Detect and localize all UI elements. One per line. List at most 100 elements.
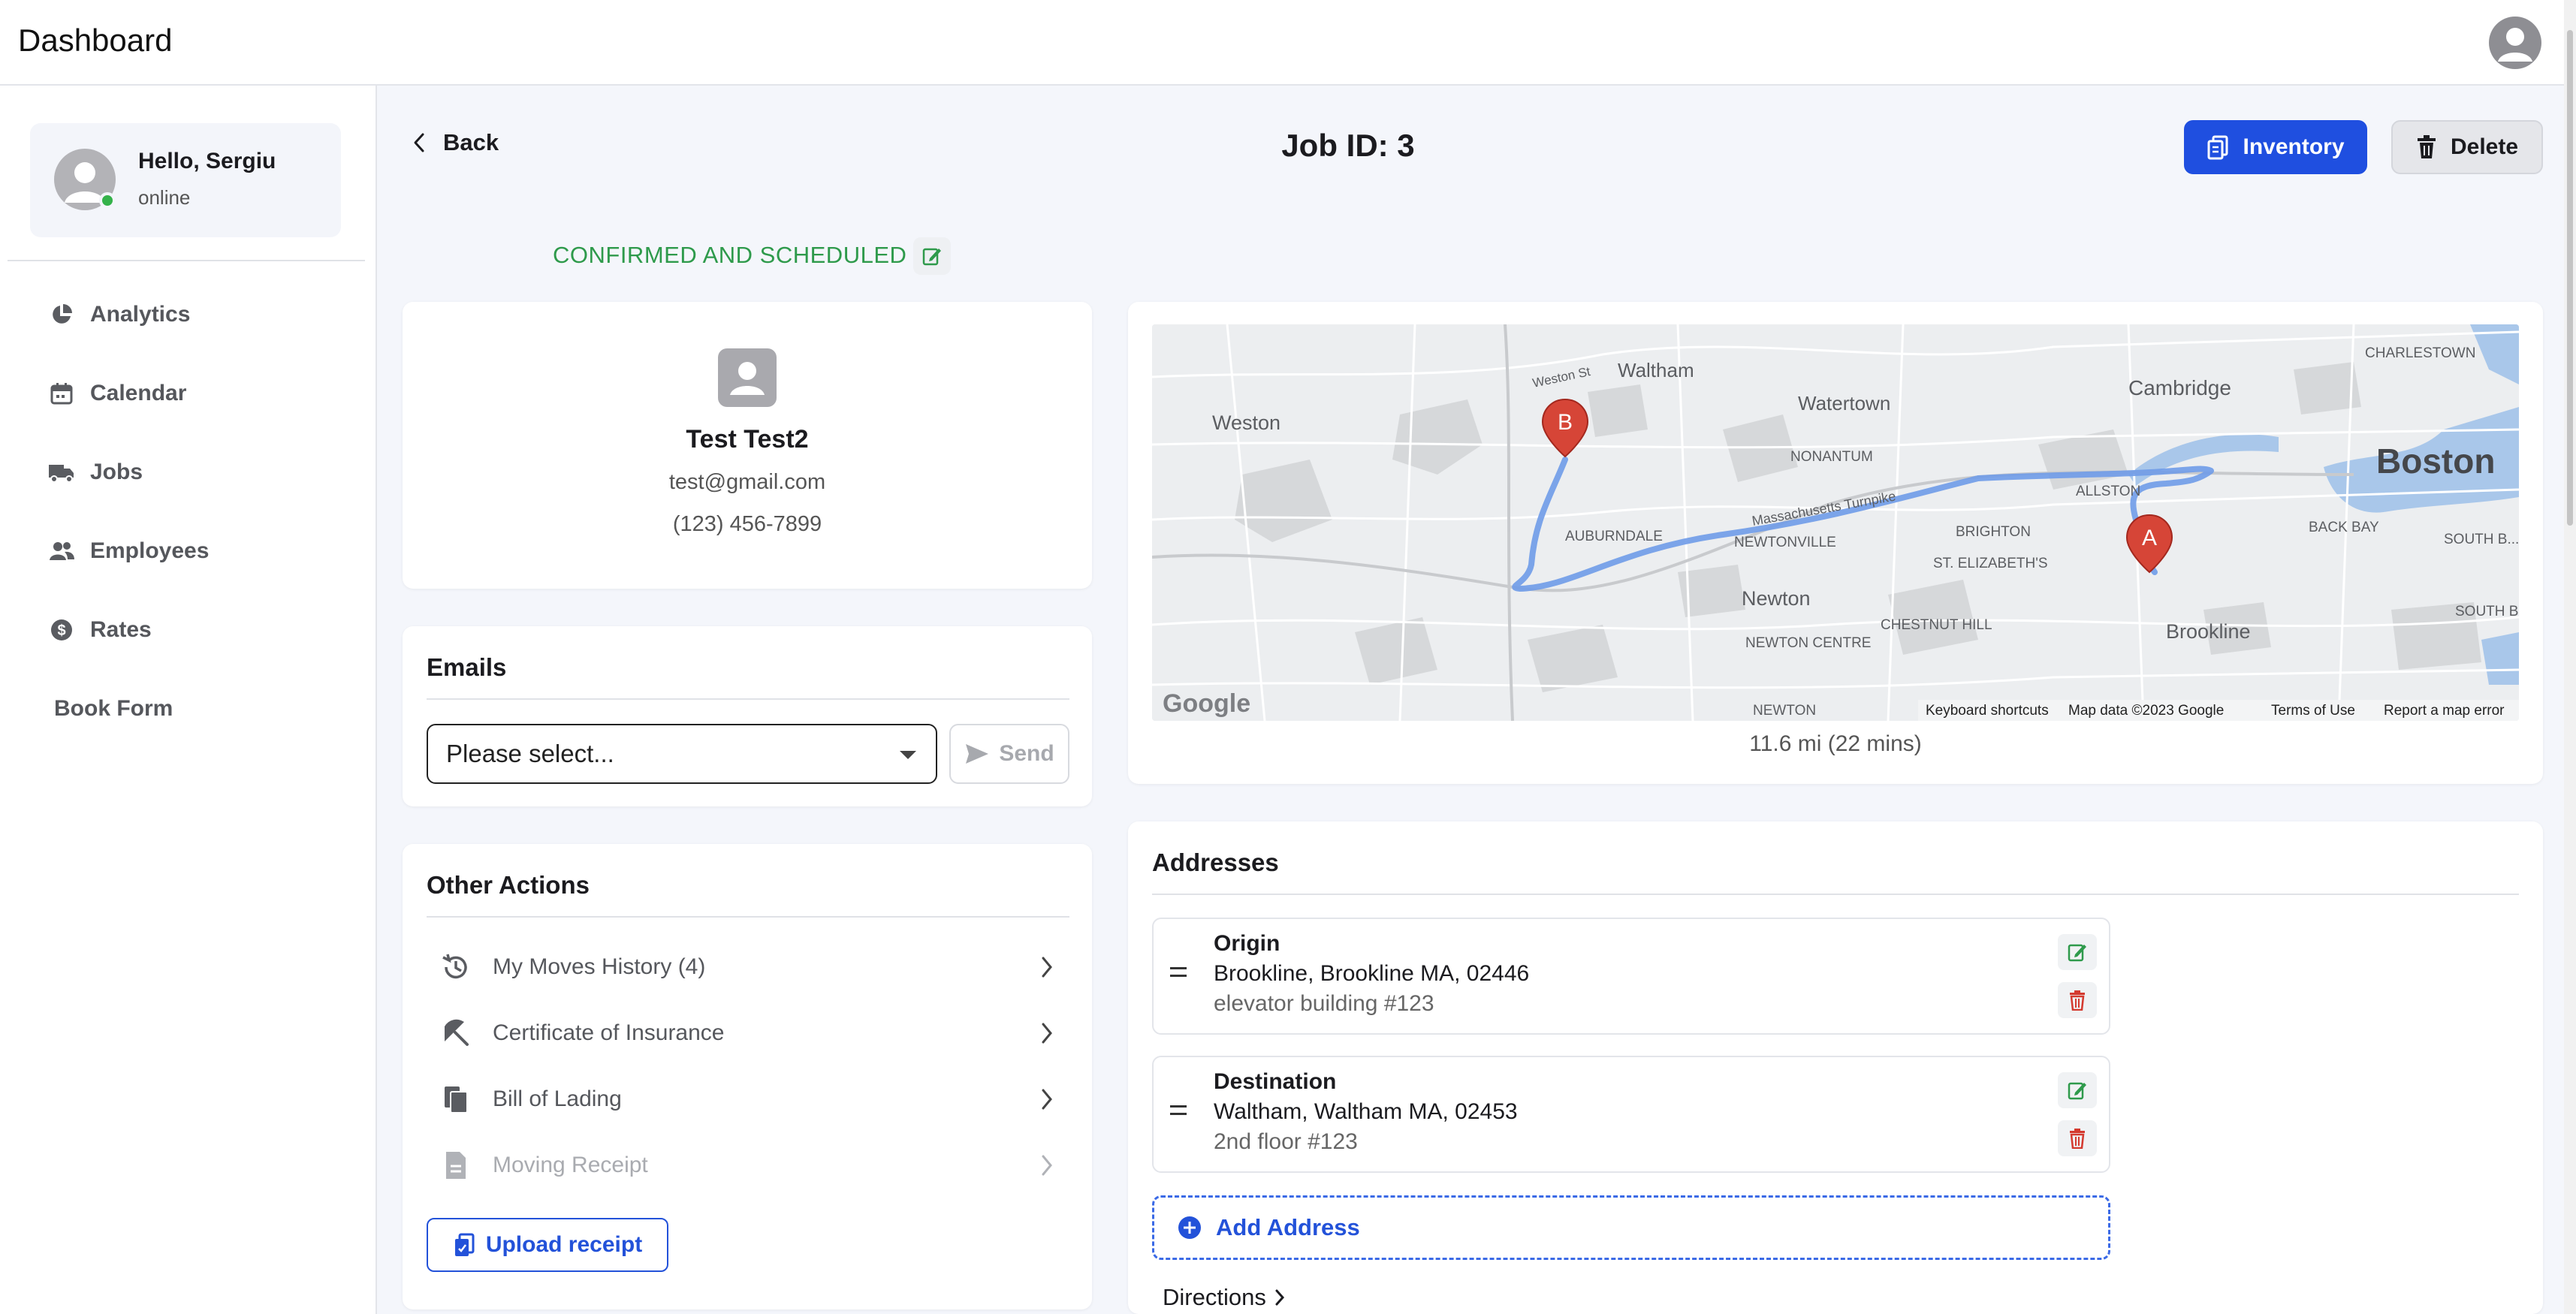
map-label-newton: Newton <box>1742 587 1811 610</box>
edit-icon <box>2068 944 2086 962</box>
map-keyboard-shortcuts-link: Keyboard shortcuts <box>1926 703 2049 719</box>
select-value: Please select... <box>446 740 614 767</box>
emails-card: Emails Please select... Send <box>403 626 1092 806</box>
customer-name: Test Test2 <box>686 425 809 454</box>
send-icon <box>966 744 989 764</box>
action-moves-history[interactable]: My Moves History (4) <box>439 945 1069 990</box>
profile-avatar-icon[interactable] <box>2489 17 2541 69</box>
chevron-right-icon <box>1042 1023 1052 1044</box>
directions-link[interactable]: Directions <box>1163 1284 1286 1311</box>
email-template-select[interactable]: Please select... <box>427 724 937 784</box>
sidebar-item-calendar[interactable]: Calendar <box>48 375 186 412</box>
map-label-charlestown: CHARLESTOWN <box>2365 345 2475 361</box>
address-label: Destination <box>1214 1069 1337 1094</box>
edit-address-button[interactable] <box>2058 934 2097 970</box>
inventory-button[interactable]: Inventory <box>2184 120 2367 174</box>
chevron-left-icon <box>414 133 424 152</box>
delete-label: Delete <box>2450 134 2519 159</box>
drag-handle-icon[interactable] <box>1170 1105 1187 1120</box>
drag-handle-icon[interactable] <box>1170 967 1187 982</box>
send-label: Send <box>999 741 1054 766</box>
map-data-attribution: Map data ©2023 Google <box>2068 703 2224 719</box>
users-icon <box>48 538 75 565</box>
send-email-button[interactable]: Send <box>949 724 1069 784</box>
map-terms-link: Terms of Use <box>2271 703 2355 719</box>
address-extra: elevator building #123 <box>1214 991 1434 1016</box>
online-indicator <box>99 192 116 209</box>
delete-address-button[interactable] <box>2058 982 2097 1018</box>
add-address-button[interactable]: Add Address <box>1152 1195 2110 1260</box>
address-line: Waltham, Waltham MA, 02453 <box>1214 1099 1518 1124</box>
trash-icon <box>2417 135 2436 158</box>
action-bill-of-lading[interactable]: Bill of Lading <box>439 1077 1069 1122</box>
upload-file-icon <box>454 1233 475 1256</box>
edit-icon <box>2068 1082 2086 1100</box>
sidebar-item-rates[interactable]: $ Rates <box>48 611 152 649</box>
chevron-right-icon <box>1275 1289 1284 1306</box>
customer-phone: (123) 456-7899 <box>672 512 822 536</box>
svg-text:$: $ <box>57 622 65 639</box>
address-extra: 2nd floor #123 <box>1214 1129 1358 1154</box>
dollar-icon: $ <box>48 616 75 643</box>
edit-icon <box>922 248 941 266</box>
upload-receipt-button[interactable]: Upload receipt <box>427 1218 668 1272</box>
addresses-divider <box>1152 894 2519 895</box>
job-status: CONFIRMED AND SCHEDULED <box>553 242 907 268</box>
upload-receipt-label: Upload receipt <box>485 1232 643 1257</box>
sidebar-item-book-form[interactable]: Book Form <box>54 690 173 728</box>
trash-icon <box>2070 1129 2085 1149</box>
address-item-destination[interactable]: Destination Waltham, Waltham MA, 02453 2… <box>1152 1056 2110 1173</box>
top-bar: Dashboard <box>0 0 2576 86</box>
page-title: Job ID: 3 <box>1281 128 1415 163</box>
sidebar-item-employees[interactable]: Employees <box>48 532 209 570</box>
inventory-label: Inventory <box>2243 134 2345 159</box>
sidebar-item-analytics[interactable]: Analytics <box>48 296 190 333</box>
map-label-boston: Boston <box>2376 442 2495 481</box>
route-map[interactable]: B A Waltham Watertown Cambridge CHARLEST… <box>1152 324 2519 721</box>
sidebar-item-label: Rates <box>90 617 152 642</box>
chevron-right-icon <box>1042 957 1052 978</box>
emails-title: Emails <box>427 653 507 681</box>
edit-address-button[interactable] <box>2058 1072 2097 1108</box>
pie-chart-icon <box>48 301 75 328</box>
map-label-chestnut-hill: CHESTNUT HILL <box>1881 617 1992 633</box>
address-label: Origin <box>1214 931 1280 956</box>
documents-icon <box>439 1082 473 1117</box>
map-graphic[interactable]: B A Waltham Watertown Cambridge CHARLEST… <box>1152 324 2519 721</box>
addresses-card: Addresses Origin Brookline, Brookline MA… <box>1128 821 2543 1314</box>
truck-icon <box>48 459 75 486</box>
calendar-icon <box>48 380 75 407</box>
sidebar-item-jobs[interactable]: Jobs <box>48 454 143 491</box>
delete-address-button[interactable] <box>2058 1120 2097 1156</box>
map-label-auburndale: AUBURNDALE <box>1565 529 1663 544</box>
route-distance: 11.6 mi (22 mins) <box>1749 731 1922 756</box>
delete-button[interactable]: Delete <box>2391 120 2543 174</box>
action-moving-receipt[interactable]: Moving Receipt <box>439 1143 1069 1188</box>
map-label-newton-centre: NEWTON CENTRE <box>1745 635 1871 651</box>
customer-card: Test Test2 test@gmail.com (123) 456-7899 <box>403 302 1092 589</box>
map-label-south-boston: SOUTH BOS <box>2455 604 2519 619</box>
sidebar-item-label: Analytics <box>90 302 191 327</box>
trash-icon <box>2070 990 2085 1011</box>
page-scrollbar-thumb[interactable] <box>2567 30 2573 526</box>
customer-email: test@gmail.com <box>668 470 826 494</box>
map-label-weston: Weston <box>1212 411 1280 434</box>
other-actions-title: Other Actions <box>427 871 590 899</box>
caret-down-icon <box>900 751 916 759</box>
map-label-allston: ALLSTON <box>2076 484 2140 499</box>
umbrella-icon <box>439 1016 473 1050</box>
sidebar-item-label: Book Form <box>54 696 173 721</box>
map-report-error-link: Report a map error <box>2384 703 2505 719</box>
map-label-back-bay: BACK BAY <box>2309 520 2379 535</box>
action-label: Certificate of Insurance <box>493 1020 725 1045</box>
emails-divider <box>427 698 1069 700</box>
marker-a-label: A <box>2142 526 2157 550</box>
back-button[interactable]: Back <box>412 129 499 156</box>
address-item-origin[interactable]: Origin Brookline, Brookline MA, 02446 el… <box>1152 918 2110 1035</box>
history-icon <box>439 950 473 984</box>
action-certificate-of-insurance[interactable]: Certificate of Insurance <box>439 1011 1069 1056</box>
map-label-newtonville: NEWTONVILLE <box>1734 535 1836 550</box>
edit-status-button[interactable] <box>913 237 951 275</box>
route-map-card: B A Waltham Watertown Cambridge CHARLEST… <box>1128 302 2543 784</box>
google-logo: Google <box>1163 689 1250 718</box>
